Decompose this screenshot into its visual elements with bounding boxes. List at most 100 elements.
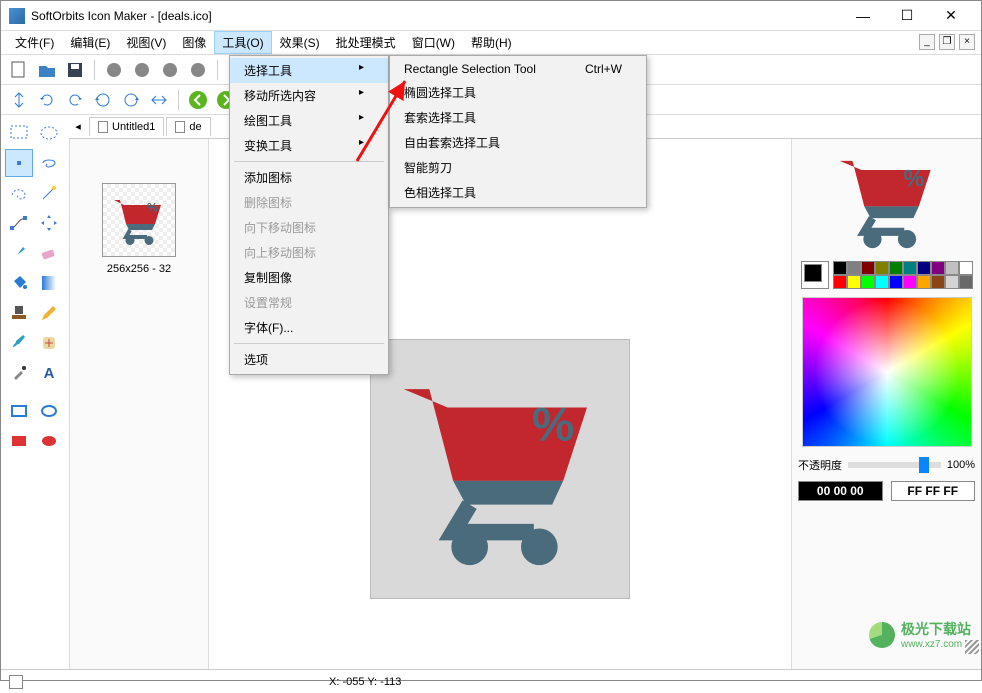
tab-untitled[interactable]: Untitled1 — [89, 117, 164, 136]
save-file-icon[interactable] — [63, 58, 87, 82]
menu-copy-image[interactable]: 复制图像 — [230, 265, 388, 290]
lasso-icon[interactable] — [35, 149, 63, 177]
menu-font[interactable]: 字体(F)... — [230, 315, 388, 340]
palette-swatch[interactable] — [847, 275, 861, 289]
move-icon[interactable] — [35, 209, 63, 237]
palette-swatch[interactable] — [861, 261, 875, 275]
palette-swatch[interactable] — [903, 275, 917, 289]
wand-icon[interactable] — [35, 179, 63, 207]
close-button[interactable]: ✕ — [929, 2, 973, 30]
shape-fillrect-icon[interactable] — [5, 427, 33, 455]
circle-gray4-icon[interactable] — [186, 58, 210, 82]
icon-thumbnail[interactable]: % — [102, 183, 176, 257]
path-icon[interactable] — [5, 209, 33, 237]
stamp-icon[interactable] — [5, 299, 33, 327]
menu-add-icon[interactable]: 添加图标 — [230, 165, 388, 190]
palette-swatch[interactable] — [945, 275, 959, 289]
palette-swatch[interactable] — [875, 261, 889, 275]
healing-icon[interactable] — [35, 329, 63, 357]
resize-horiz-icon[interactable] — [147, 88, 171, 112]
palette-swatch[interactable] — [903, 261, 917, 275]
palette-swatch[interactable] — [875, 275, 889, 289]
menu-select-tools[interactable]: 选择工具 — [230, 58, 388, 83]
hex-white[interactable]: FF FF FF — [891, 481, 976, 501]
shape-ellipse-icon[interactable] — [35, 397, 63, 425]
nav-back-icon[interactable] — [186, 88, 210, 112]
ellipse-select-icon[interactable] — [35, 119, 63, 147]
undo-icon[interactable] — [35, 88, 59, 112]
canvas[interactable]: % — [370, 339, 630, 599]
submenu-rectangle[interactable]: Rectangle Selection ToolCtrl+W — [390, 58, 646, 80]
menu-image[interactable]: 图像 — [174, 31, 214, 54]
menu-view[interactable]: 视图(V) — [118, 31, 174, 54]
palette-swatch[interactable] — [959, 275, 973, 289]
menu-window[interactable]: 窗口(W) — [404, 31, 463, 54]
menu-transform-tools[interactable]: 变换工具 — [230, 133, 388, 158]
menu-effects[interactable]: 效果(S) — [272, 31, 328, 54]
point-select-icon[interactable] — [5, 149, 33, 177]
paintbrush-icon[interactable] — [5, 329, 33, 357]
submenu-hue-select[interactable]: 色相选择工具 — [390, 180, 646, 205]
submenu-smart-scissors[interactable]: 智能剪刀 — [390, 155, 646, 180]
palette-swatch[interactable] — [917, 275, 931, 289]
eraser-icon[interactable] — [35, 239, 63, 267]
palette-swatch[interactable] — [847, 261, 861, 275]
palette-swatch[interactable] — [931, 261, 945, 275]
mdi-minimize-icon[interactable]: _ — [919, 34, 935, 50]
palette-swatch[interactable] — [889, 261, 903, 275]
maximize-button[interactable]: ☐ — [885, 2, 929, 30]
opacity-slider[interactable] — [848, 462, 941, 468]
palette-swatch[interactable] — [833, 261, 847, 275]
palette-swatch[interactable] — [945, 261, 959, 275]
fg-bg-swatch[interactable] — [801, 261, 829, 289]
menu-draw-tools[interactable]: 绘图工具 — [230, 108, 388, 133]
menu-settings[interactable]: 设置常规 — [230, 290, 388, 315]
eyedropper-icon[interactable] — [5, 359, 33, 387]
menu-help[interactable]: 帮助(H) — [463, 31, 520, 54]
minimize-button[interactable]: — — [841, 2, 885, 30]
redo-icon[interactable] — [63, 88, 87, 112]
hex-black[interactable]: 00 00 00 — [798, 481, 883, 501]
circle-gray3-icon[interactable] — [158, 58, 182, 82]
palette-swatch[interactable] — [959, 261, 973, 275]
submenu-lasso[interactable]: 套索选择工具 — [390, 105, 646, 130]
circle-gray2-icon[interactable] — [130, 58, 154, 82]
palette-swatch[interactable] — [833, 275, 847, 289]
menu-move-icon-down[interactable]: 向下移动图标 — [230, 215, 388, 240]
text-icon[interactable]: A — [35, 359, 63, 387]
bucket-icon[interactable] — [5, 269, 33, 297]
pencil-icon[interactable] — [35, 299, 63, 327]
submenu-free-lasso[interactable]: 自由套索选择工具 — [390, 130, 646, 155]
mdi-restore-icon[interactable]: ❐ — [939, 34, 955, 50]
menu-move-selection[interactable]: 移动所选内容 — [230, 83, 388, 108]
color-picker[interactable] — [802, 297, 972, 447]
free-lasso-icon[interactable] — [5, 179, 33, 207]
shape-fillellipse-icon[interactable] — [35, 427, 63, 455]
cursor-coords: X: -055 Y: -113 — [329, 676, 401, 688]
menu-options[interactable]: 选项 — [230, 347, 388, 372]
menu-edit[interactable]: 编辑(E) — [62, 31, 118, 54]
mdi-close-icon[interactable]: × — [959, 34, 975, 50]
palette-swatch[interactable] — [917, 261, 931, 275]
submenu-ellipse[interactable]: 椭圆选择工具 — [390, 80, 646, 105]
open-file-icon[interactable] — [35, 58, 59, 82]
brush-icon[interactable] — [5, 239, 33, 267]
rotate-cw-icon[interactable] — [119, 88, 143, 112]
menu-batch[interactable]: 批处理模式 — [328, 31, 404, 54]
menu-file[interactable]: 文件(F) — [7, 31, 62, 54]
rotate-ccw-icon[interactable] — [91, 88, 115, 112]
menu-delete-icon[interactable]: 删除图标 — [230, 190, 388, 215]
palette-swatch[interactable] — [889, 275, 903, 289]
gradient-icon[interactable] — [35, 269, 63, 297]
circle-gray-icon[interactable] — [102, 58, 126, 82]
palette-swatch[interactable] — [861, 275, 875, 289]
palette-swatch[interactable] — [931, 275, 945, 289]
resize-vert-icon[interactable] — [7, 88, 31, 112]
menu-tools[interactable]: 工具(O) — [214, 31, 271, 54]
rect-select-icon[interactable] — [5, 119, 33, 147]
menu-move-icon-up[interactable]: 向上移动图标 — [230, 240, 388, 265]
new-file-icon[interactable] — [7, 58, 31, 82]
shape-rect-icon[interactable] — [5, 397, 33, 425]
tab-deals[interactable]: de — [166, 117, 210, 136]
tab-scroll-left-icon[interactable]: ◂ — [69, 120, 87, 133]
